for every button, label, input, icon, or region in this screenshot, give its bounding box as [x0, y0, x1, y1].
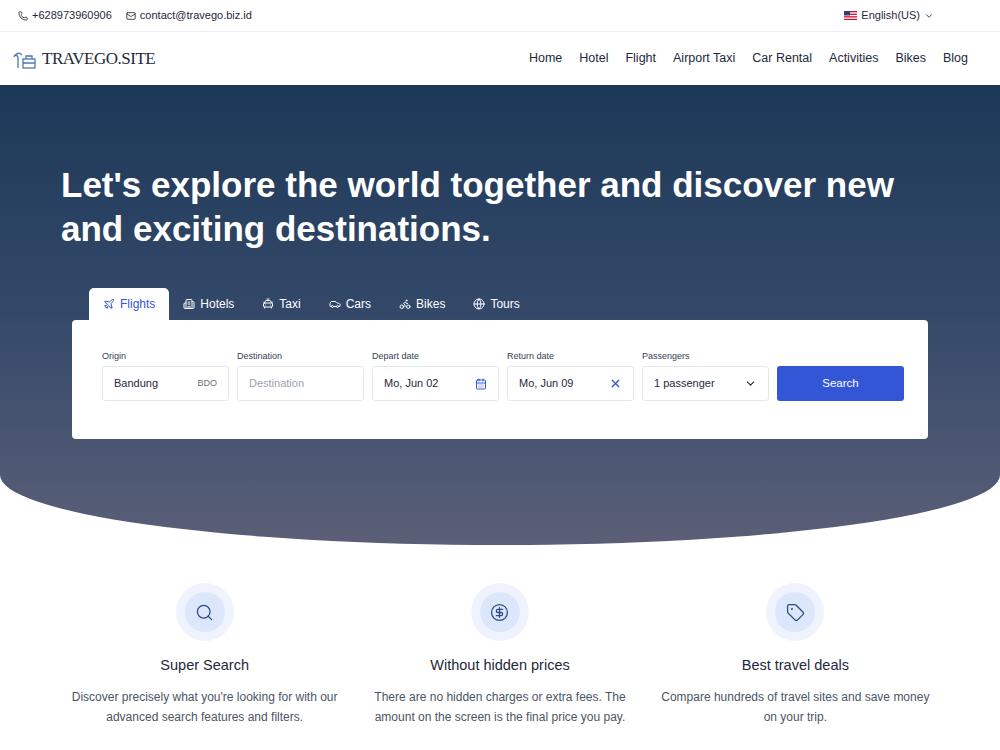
chevron-down-icon — [924, 11, 934, 21]
field-label: Destination — [237, 350, 364, 362]
search-tab[interactable]: Bikes — [385, 288, 459, 320]
search-tab[interactable]: Cars — [315, 288, 385, 320]
tab-icon — [262, 298, 274, 310]
phone-contact[interactable]: +628973960906 — [18, 7, 112, 24]
search-tab[interactable]: Hotels — [169, 288, 248, 320]
search-tab[interactable]: Tours — [459, 288, 533, 320]
logo[interactable]: TRAVEGO.SITE — [13, 46, 155, 72]
chevron-down-icon — [744, 377, 757, 390]
top-bar: +628973960906 contact@travego.biz.id Engli… — [0, 0, 1000, 32]
return-date-field[interactable]: Mo, Jun 09 — [507, 366, 634, 401]
tab-icon — [473, 298, 485, 310]
nav-item[interactable]: Activities — [829, 49, 878, 68]
feature-description: Compare hundreds of travel sites and sav… — [658, 687, 933, 727]
destination-field[interactable]: Destination — [237, 366, 364, 401]
passengers-select[interactable]: 1 passenger — [642, 366, 769, 401]
page: +628973960906 contact@travego.biz.id Engli… — [0, 0, 1000, 750]
feature-icon — [195, 603, 214, 622]
feature-title: Without hidden prices — [430, 655, 569, 677]
calendar-icon[interactable] — [475, 378, 487, 390]
nav-item[interactable]: Flight — [625, 49, 656, 68]
search-button[interactable]: Search — [777, 366, 904, 401]
feature-title: Best travel deals — [742, 655, 849, 677]
feature-card: Without hidden prices There are no hidden… — [357, 583, 642, 727]
feature-icon-circle — [176, 583, 234, 641]
logo-icon — [13, 48, 37, 70]
feature-icon — [786, 603, 805, 622]
nav-item[interactable]: Blog — [943, 49, 968, 68]
search-tab[interactable]: Flights — [89, 288, 169, 320]
hero-title: Let's explore the world together and dis… — [61, 163, 941, 251]
feature-title: Super Search — [160, 655, 249, 677]
field-label: Return date — [507, 350, 634, 362]
feature-card: Super Search Discover precisely what you'… — [62, 583, 347, 727]
nav-menu: Home Hotel Flight Airport Taxi Car Rental Act… — [529, 49, 968, 68]
clear-icon[interactable] — [609, 377, 622, 390]
field-label: Origin — [102, 350, 229, 362]
field-label: Passengers — [642, 350, 769, 362]
feature-description: Discover precisely what you're looking f… — [67, 687, 342, 727]
nav-item[interactable]: Airport Taxi — [673, 49, 735, 68]
feature-icon-circle — [766, 583, 824, 641]
tab-icon — [399, 298, 411, 310]
nav-item[interactable]: Home — [529, 49, 562, 68]
nav-item[interactable]: Bikes — [895, 49, 926, 68]
depart-date-field[interactable]: Mo, Jun 02 — [372, 366, 499, 401]
field-label: Depart date — [372, 350, 499, 362]
email-contact[interactable]: contact@travego.biz.id — [126, 7, 252, 24]
tab-icon — [103, 298, 115, 310]
nav-item[interactable]: Car Rental — [752, 49, 812, 68]
search-card: OriginBandungBDODestinationDestinationDe… — [72, 320, 928, 439]
language-selector[interactable]: English(US) — [844, 7, 934, 24]
feature-description: There are no hidden charges or extra fee… — [362, 687, 637, 727]
search-tab[interactable]: Taxi — [248, 288, 314, 320]
feature-icon — [490, 603, 509, 622]
origin-field[interactable]: BandungBDO — [102, 366, 229, 401]
tab-icon — [329, 298, 341, 310]
phone-icon — [18, 11, 28, 21]
tab-icon — [183, 298, 195, 310]
features: Super Search Discover precisely what you'… — [62, 583, 938, 727]
feature-icon-circle — [471, 583, 529, 641]
navbar: TRAVEGO.SITE Home Hotel Flight Airport Taxi C… — [0, 32, 1000, 85]
us-flag-icon — [844, 11, 857, 20]
search-tabs: FlightsHotelsTaxiCarsBikesTours — [89, 288, 1000, 320]
mail-icon — [126, 11, 136, 21]
hero: Let's explore the world together and dis… — [0, 85, 1000, 545]
feature-card: Best travel deals Compare hundreds of tra… — [653, 583, 938, 727]
nav-item[interactable]: Hotel — [579, 49, 608, 68]
